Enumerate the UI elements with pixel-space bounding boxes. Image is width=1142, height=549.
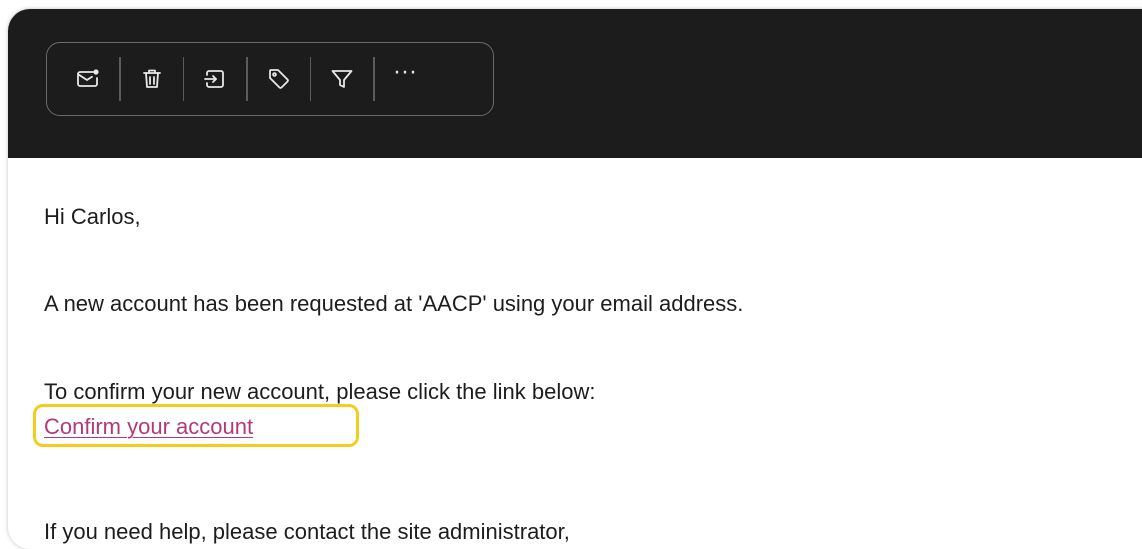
confirm-link-row: Confirm your account (33, 404, 359, 447)
email-toolbar-bar: ··· (8, 9, 1142, 158)
move-to-icon (204, 70, 224, 88)
confirm-link-container: Confirm your account (33, 404, 359, 447)
tag-icon (268, 69, 289, 89)
confirm-account-link[interactable]: Confirm your account (44, 414, 253, 439)
mark-unread-icon (77, 69, 99, 87)
filter-button[interactable] (311, 51, 373, 107)
mark-unread-button[interactable] (57, 51, 119, 107)
email-greeting: Hi Carlos, (44, 204, 141, 229)
more-icon: ··· (393, 61, 418, 86)
email-paragraph: If you need help, please contact the sit… (44, 519, 570, 544)
tag-button[interactable] (248, 51, 310, 107)
more-options-button[interactable]: ··· (375, 51, 437, 107)
move-to-button[interactable] (184, 51, 246, 107)
action-toolbar: ··· (46, 42, 494, 116)
email-paragraph: To confirm your new account, please clic… (44, 379, 596, 404)
email-paragraph: A new account has been requested at 'AAC… (44, 291, 744, 316)
email-reader-window: ··· Hi Carlos, A new account has been re… (8, 9, 1142, 549)
filter-icon (331, 70, 353, 88)
trash-icon (142, 69, 161, 88)
delete-button[interactable] (121, 51, 183, 107)
